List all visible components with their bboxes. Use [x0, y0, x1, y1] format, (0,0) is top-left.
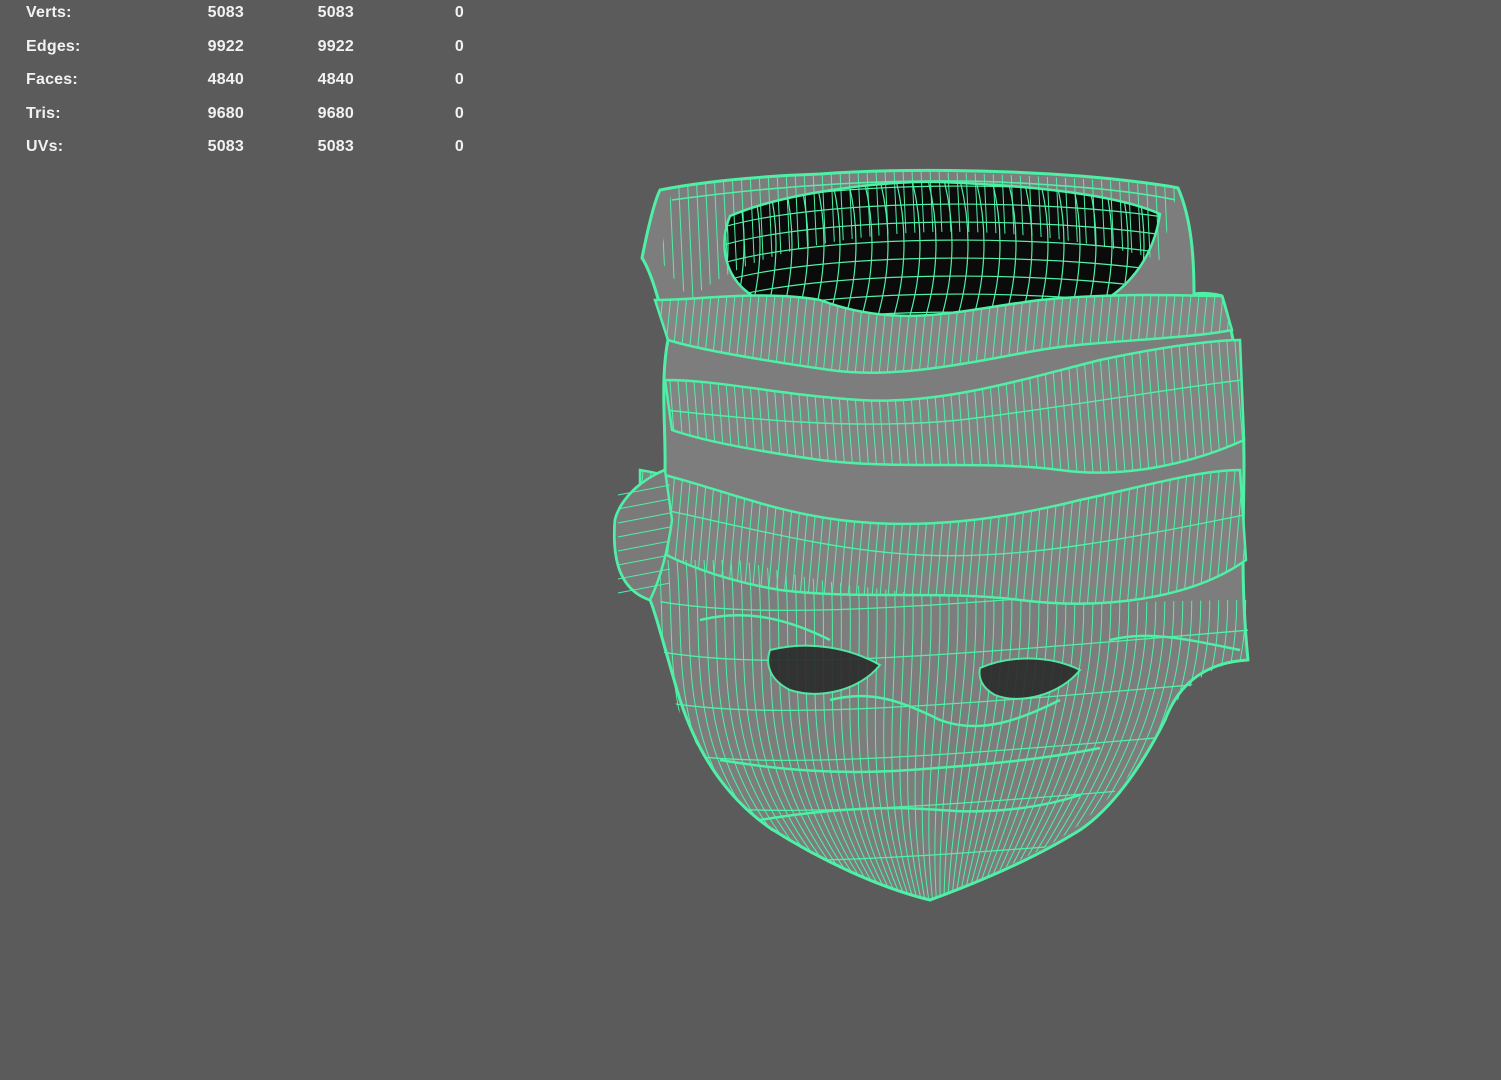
wire-edge [1250, 330, 1262, 485]
wire-edge [638, 285, 648, 385]
wire-edge [1245, 470, 1246, 604]
wire-edge [650, 330, 662, 485]
wire-edge [630, 285, 640, 385]
3d-viewport[interactable]: Verts: 5083 5083 0 Edges: 9922 9922 0 Fa… [0, 0, 1501, 1080]
wireframe-head-mesh[interactable] [0, 0, 1501, 1080]
wire-edge [1200, 170, 1206, 300]
